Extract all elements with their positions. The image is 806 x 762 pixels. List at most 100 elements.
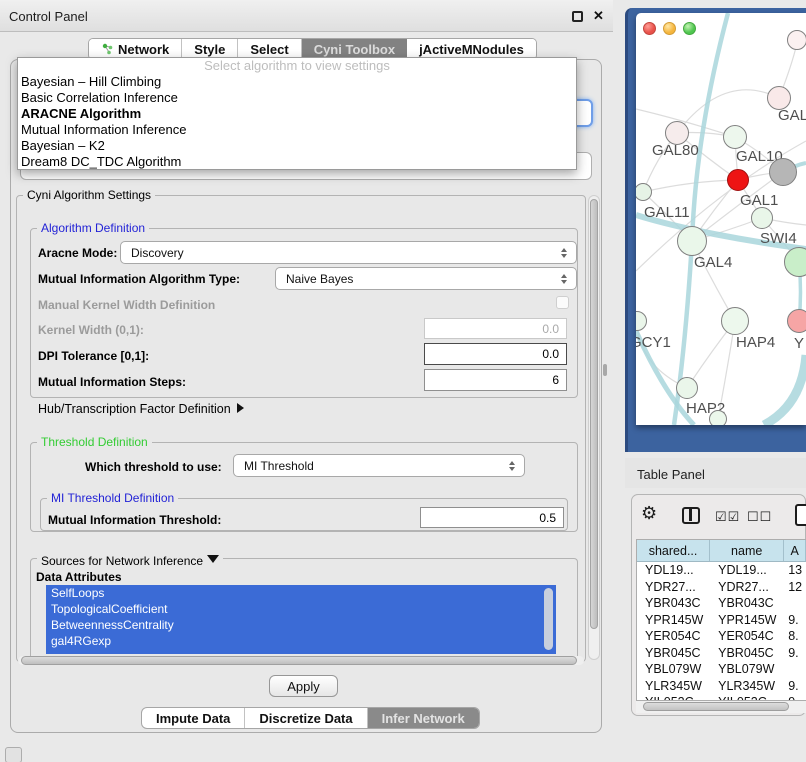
kernel-width-field[interactable]: 0.0 (424, 318, 567, 339)
float-panel-icon[interactable] (572, 11, 583, 22)
select-all-icon[interactable]: ☑☑ (715, 509, 740, 525)
network-node-label: GAL80 (652, 142, 699, 159)
aracne-mode-combo[interactable]: Discovery (120, 241, 577, 264)
scrollbar-thumb[interactable] (643, 702, 789, 711)
network-node[interactable] (784, 247, 806, 277)
panel-divider-grip[interactable] (603, 364, 607, 376)
gear-icon[interactable]: ⚙ (641, 503, 657, 524)
table-row[interactable]: YPR145WYPR145W9. (637, 612, 806, 629)
attribute-item[interactable]: TopologicalCoefficient (46, 601, 556, 617)
attribute-item[interactable]: BetweennessCentrality (46, 617, 556, 633)
table-row[interactable]: YBL079WYBL079W (637, 661, 806, 678)
table-cell: YLR345W (710, 678, 784, 695)
tab-infer-network[interactable]: Infer Network (368, 708, 479, 728)
algorithm-option[interactable]: ARACNE Algorithm (18, 106, 576, 122)
which-threshold-combo[interactable]: MI Threshold (233, 454, 525, 477)
column-header-name[interactable]: name (710, 540, 784, 561)
corner-button[interactable] (5, 747, 22, 762)
tab-network[interactable]: Network (89, 39, 182, 59)
table-cell: YPR145W (637, 612, 710, 629)
algorithm-option[interactable]: Bayesian – K2 (18, 138, 576, 154)
network-canvas[interactable]: GALGAL80GAL10GAL1GAL11SWI4GAL4GCY1HAP4YH… (636, 13, 806, 425)
table-cell: YDR27... (637, 579, 710, 596)
hub-definition-toggle[interactable]: Hub/Transcription Factor Definition (38, 402, 249, 416)
column-header-shared-name[interactable]: shared... (637, 540, 710, 561)
network-node[interactable] (636, 311, 647, 331)
dpi-tolerance-label: DPI Tolerance [0,1]: (38, 349, 149, 363)
table-row[interactable]: YER054CYER054C8. (637, 628, 806, 645)
attribute-item[interactable]: SelfLoops (46, 585, 556, 601)
apply-button[interactable]: Apply (269, 675, 338, 697)
table-body: YDL19...YDL19...13YDR27...YDR27...12YBR0… (637, 562, 806, 701)
table-file-icon[interactable] (795, 504, 806, 526)
table-row[interactable]: YDL19...YDL19...13 (637, 562, 806, 579)
table-cell: YBL079W (637, 661, 710, 678)
kernel-width-label: Kernel Width (0,1): (38, 323, 144, 337)
table-cell: 9. (784, 678, 806, 695)
table-row[interactable]: YDR27...YDR27...12 (637, 579, 806, 596)
manual-kernel-checkbox[interactable] (556, 296, 569, 309)
network-node[interactable] (723, 125, 747, 149)
tab-cyni-toolbox[interactable]: Cyni Toolbox (302, 39, 407, 59)
node-table: shared... name A YDL19...YDL19...13YDR27… (636, 539, 806, 701)
table-cell: 9 (784, 694, 806, 701)
aracne-mode-value: Discovery (131, 246, 184, 260)
sources-group-title[interactable]: Sources for Network Inference (37, 551, 223, 568)
tab-style[interactable]: Style (182, 39, 238, 59)
network-node-label: GCY1 (636, 334, 671, 351)
table-cell: 9. (784, 645, 806, 662)
table-cell (784, 595, 806, 612)
tab-impute-data[interactable]: Impute Data (142, 708, 245, 728)
algorithm-option[interactable]: Bayesian – Hill Climbing (18, 74, 576, 90)
network-node[interactable] (709, 410, 727, 425)
mi-threshold-group-title: MI Threshold Definition (47, 491, 178, 505)
algorithm-dropdown-list: Bayesian – Hill ClimbingBasic Correlatio… (18, 74, 576, 170)
table-row[interactable]: YIL052CYIL052C9 (637, 694, 806, 701)
mi-steps-field[interactable]: 6 (424, 369, 567, 391)
tab-select[interactable]: Select (238, 39, 301, 59)
table-cell: YBR045C (710, 645, 784, 662)
control-panel-titlebar: Control Panel ✕ (0, 0, 613, 32)
scrollbar-thumb[interactable] (590, 199, 598, 629)
table-horizontal-scrollbar[interactable] (636, 701, 806, 713)
network-node[interactable] (721, 307, 749, 335)
network-node[interactable] (676, 377, 698, 399)
algorithm-dropdown-placeholder: Select algorithm to view settings (18, 58, 576, 74)
network-node[interactable] (751, 207, 773, 229)
network-node[interactable] (727, 169, 749, 191)
algorithm-definition-title: Algorithm Definition (37, 221, 149, 235)
network-node[interactable] (636, 183, 652, 201)
deselect-all-icon[interactable]: ☐☐ (747, 509, 772, 525)
data-attributes-label: Data Attributes (36, 570, 122, 584)
table-row[interactable]: YBR045CYBR045C9. (637, 645, 806, 662)
tab-discretize-data[interactable]: Discretize Data (245, 708, 367, 728)
mi-type-combo[interactable]: Naive Bayes (275, 267, 577, 290)
network-node-label: HAP4 (736, 334, 775, 351)
mi-threshold-field[interactable]: 0.5 (420, 507, 564, 528)
column-header-partial[interactable]: A (784, 540, 806, 561)
table-cell: YER054C (637, 628, 710, 645)
network-node[interactable] (677, 226, 707, 256)
table-row[interactable]: YLR345WYLR345W9. (637, 678, 806, 695)
mi-steps-label: Mutual Information Steps: (38, 375, 186, 389)
network-node[interactable] (787, 30, 806, 50)
table-cell: YLR345W (637, 678, 710, 695)
columns-icon[interactable] (682, 507, 700, 524)
dpi-tolerance-field[interactable]: 0.0 (424, 343, 567, 365)
settings-horizontal-scrollbar[interactable] (18, 656, 584, 665)
attribute-item[interactable]: gal4RGexp (46, 633, 556, 649)
data-attributes-list[interactable]: SelfLoopsTopologicalCoefficientBetweenne… (46, 585, 556, 654)
algorithm-option[interactable]: Mutual Information Inference (18, 122, 576, 138)
settings-vertical-scrollbar[interactable] (588, 195, 600, 660)
close-panel-icon[interactable]: ✕ (593, 8, 604, 24)
table-cell: YBL079W (710, 661, 784, 678)
network-node[interactable] (787, 309, 806, 333)
which-threshold-value: MI Threshold (244, 459, 314, 473)
algorithm-option[interactable]: Dream8 DC_TDC Algorithm (18, 154, 576, 170)
table-row[interactable]: YBR043CYBR043C (637, 595, 806, 612)
algorithm-option[interactable]: Basic Correlation Inference (18, 90, 576, 106)
attributes-scrollbar[interactable] (544, 588, 553, 650)
network-node[interactable] (769, 158, 797, 186)
scrollbar-thumb[interactable] (21, 656, 577, 665)
tab-jactivemnodules[interactable]: jActiveMNodules (407, 39, 536, 59)
